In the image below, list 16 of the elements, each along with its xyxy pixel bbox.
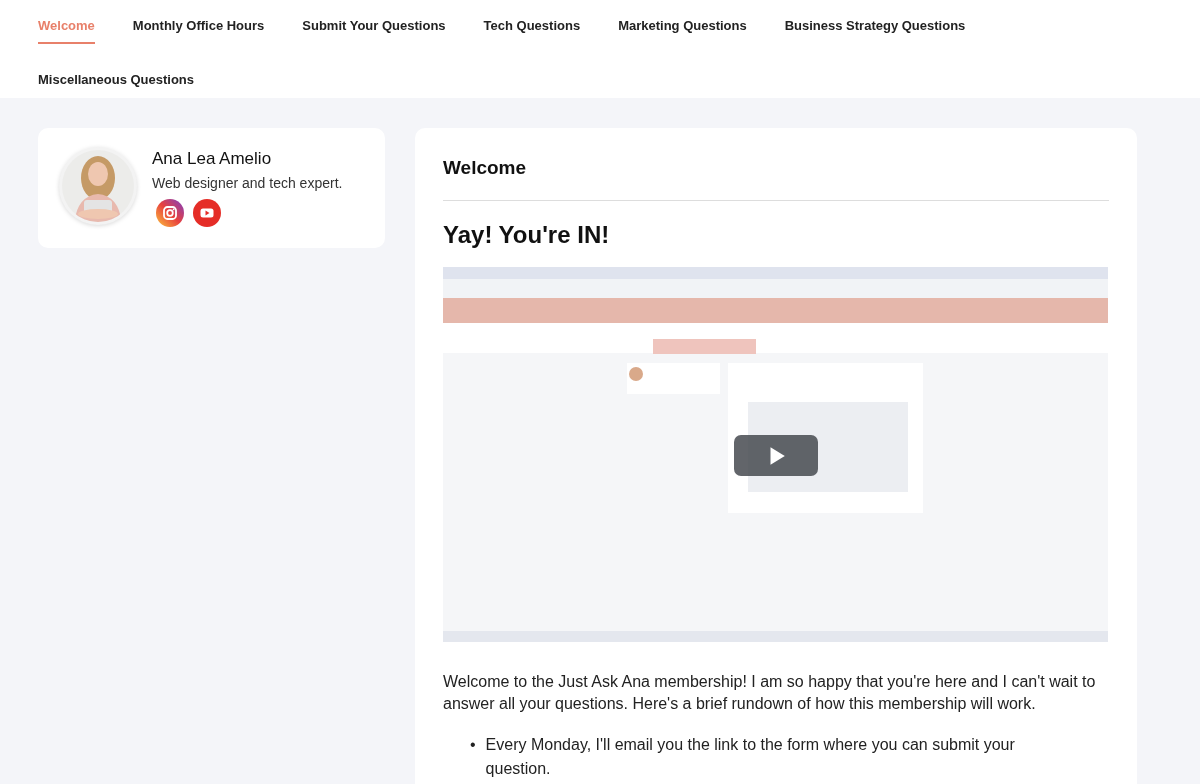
nav-tab[interactable]: Miscellaneous Questions [38, 54, 195, 98]
youtube-icon[interactable] [193, 199, 221, 227]
page-heading: Yay! You're IN! [443, 221, 611, 249]
instagram-icon[interactable] [156, 199, 184, 227]
nav-tab[interactable]: Submit Your Questions [302, 0, 446, 44]
list-item: Every Monday, I'll email you the link to the form where you can submit your question. [485, 735, 1016, 779]
profile-bio: Web designer and tech expert. [152, 175, 343, 191]
play-button[interactable] [734, 435, 818, 476]
nav-tab[interactable]: Monthly Office Hours [132, 0, 265, 44]
nav-tab[interactable]: Marketing Questions [618, 0, 747, 44]
profile-name: Ana Lea Amelio [152, 149, 273, 169]
nav-tab[interactable]: Business Strategy Questions [784, 0, 966, 44]
nav-tab[interactable]: Tech Questions [483, 0, 581, 44]
bullet-marker: • [470, 735, 476, 755]
intro-paragraph: Welcome to the Just Ask Ana membership! I am so happy that you're here and I can't wait to answer all your questions. Here's a brief rundown of how this membership will work. [443, 672, 1097, 714]
card-title: Welcome [443, 156, 528, 180]
